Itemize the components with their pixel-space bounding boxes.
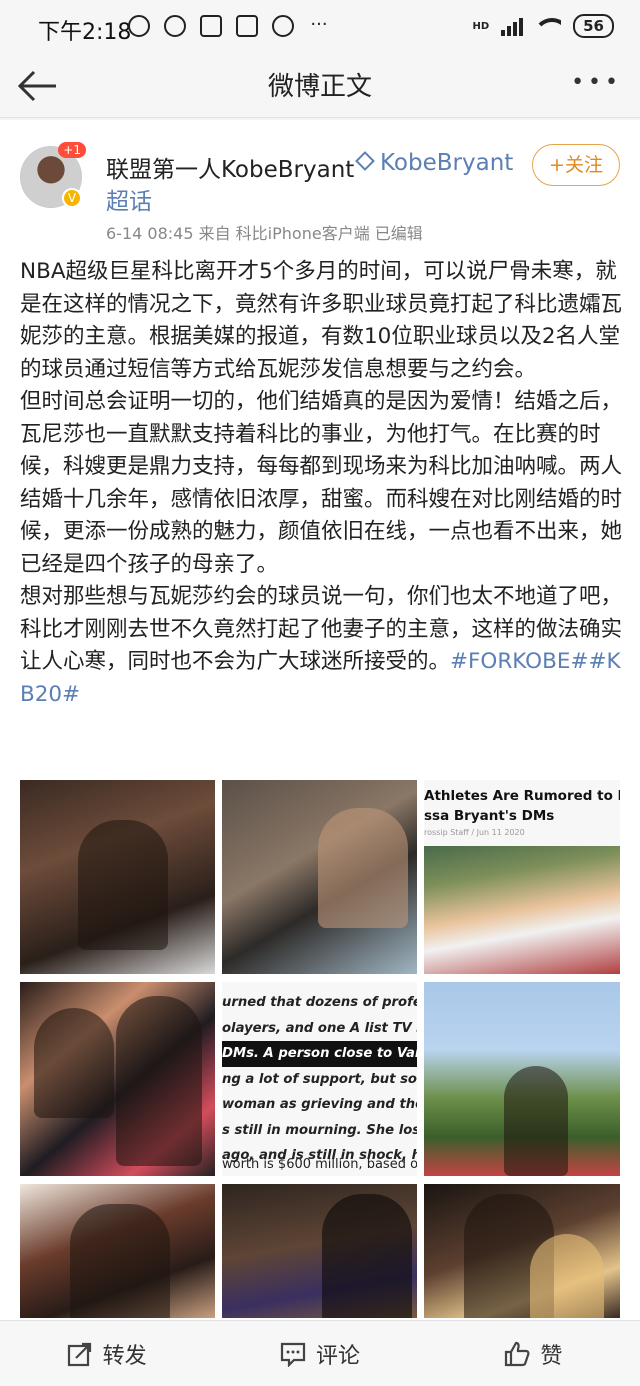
person-silhouette [78, 820, 168, 950]
article-line: s still in mourning. She lost her l [222, 1122, 417, 1138]
post-image-2[interactable] [222, 780, 417, 974]
post-paragraph: 想对那些想与瓦妮莎约会的球员说一句，你们也太不地道了吧，科比才刚刚去世不久竟然打… [20, 581, 624, 711]
person-silhouette [70, 1204, 170, 1318]
more-dots-icon: ··· [310, 14, 328, 35]
repost-icon [67, 1342, 91, 1366]
person-silhouette [116, 996, 202, 1166]
headset-icon [164, 15, 186, 37]
post-image-9[interactable] [424, 1184, 620, 1318]
post-meta: 6-14 08:45 来自 科比iPhone客户端 已编辑 [106, 224, 423, 243]
post-image-3[interactable]: Athletes Are Rumored to Be Flood ssa Bry… [424, 780, 620, 974]
person-silhouette [530, 1234, 604, 1318]
author-avatar-wrap[interactable]: +1 V [20, 142, 86, 208]
super-topic-name: KobeBryant [380, 150, 514, 176]
image-grid: Athletes Are Rumored to Be Flood ssa Bry… [20, 780, 620, 1320]
article-line: olayers, and one A list TV sports [222, 1020, 417, 1036]
post-image-5[interactable]: urned that dozens of professiona olayers… [222, 982, 417, 1176]
person-silhouette [34, 1008, 114, 1118]
post-image-7[interactable] [20, 1184, 215, 1318]
article-text: urned that dozens of professiona olayers… [222, 990, 417, 1169]
article-line: ng a lot of support, but some of t [222, 1071, 417, 1087]
repost-label: 转发 [102, 1343, 147, 1369]
post-paragraph: 但时间总会证明一切的，他们结婚真的是因为爱情！结婚之后，瓦尼莎也一直默默支持着科… [20, 389, 623, 577]
comment-icon [280, 1342, 306, 1367]
article-footer: worth is $600 million, based on her [222, 1157, 417, 1172]
post-image-4[interactable] [20, 982, 215, 1176]
like-label: 赞 [540, 1343, 563, 1369]
follow-button[interactable]: +关注 [532, 144, 620, 186]
message-icon [200, 15, 222, 37]
image-photo [424, 846, 620, 974]
nav-bar: 微博正文 ••• [0, 56, 640, 118]
post-image-8[interactable] [222, 1184, 417, 1318]
like-button[interactable]: 赞 [427, 1321, 640, 1386]
comment-button[interactable]: 评论 [213, 1321, 426, 1386]
post-content: NBA超级巨星科比离开才5个多月的时间，可以说尸骨未寒，就是在这样的情况之下，竟… [20, 256, 624, 711]
diamond-icon [355, 151, 375, 171]
message-icon [236, 15, 258, 37]
image-headline-line: Athletes Are Rumored to Be Flood [424, 788, 620, 804]
author-name[interactable]: 联盟第一人KobeBryant [106, 150, 354, 184]
person-silhouette [322, 1194, 412, 1318]
wifi-icon [535, 16, 562, 36]
profile-icon [272, 15, 294, 37]
thumbs-up-icon [505, 1341, 530, 1366]
repost-button[interactable]: 转发 [0, 1321, 213, 1386]
super-topic-link[interactable]: KobeBryant [355, 150, 514, 176]
person-silhouette [318, 808, 408, 928]
post-paragraph: NBA超级巨星科比离开才5个多月的时间，可以说尸骨未寒，就是在这样的情况之下，竟… [20, 259, 623, 382]
status-bar: 下午2:18 ··· HD 56 [0, 0, 640, 56]
person-silhouette [504, 1066, 568, 1176]
signal-icon [501, 16, 524, 36]
image-byline: rossip Staff / Jun 11 2020 [424, 828, 525, 837]
status-time: 下午2:18 [38, 20, 132, 45]
hd-label: HD [472, 20, 490, 32]
avatar-badge: +1 [58, 142, 86, 158]
post-image-6[interactable] [424, 982, 620, 1176]
verified-badge-icon: V [62, 188, 82, 208]
status-notification-icons: ··· [128, 15, 330, 37]
image-headline: Athletes Are Rumored to Be Flood ssa Bry… [424, 786, 620, 826]
post-image-1[interactable] [20, 780, 215, 974]
battery-icon: 56 [573, 14, 614, 38]
alarm-icon [128, 15, 150, 37]
super-topic-suffix[interactable]: 超话 [106, 182, 152, 216]
page-title: 微博正文 [267, 72, 372, 102]
image-headline-line: ssa Bryant's DMs [424, 808, 555, 824]
action-bar: 转发 评论 赞 [0, 1320, 640, 1386]
more-horizontal-icon[interactable]: ••• [571, 70, 622, 95]
weibo-post: +1 V 联盟第一人KobeBryant KobeBryant 超话 +关注 6… [0, 120, 640, 1320]
article-line: woman as grieving and these [m [222, 1097, 417, 1112]
article-line: DMs. A person close to Vaness [222, 1041, 417, 1067]
comment-label: 评论 [315, 1343, 360, 1369]
article-line: urned that dozens of professiona [222, 995, 417, 1010]
